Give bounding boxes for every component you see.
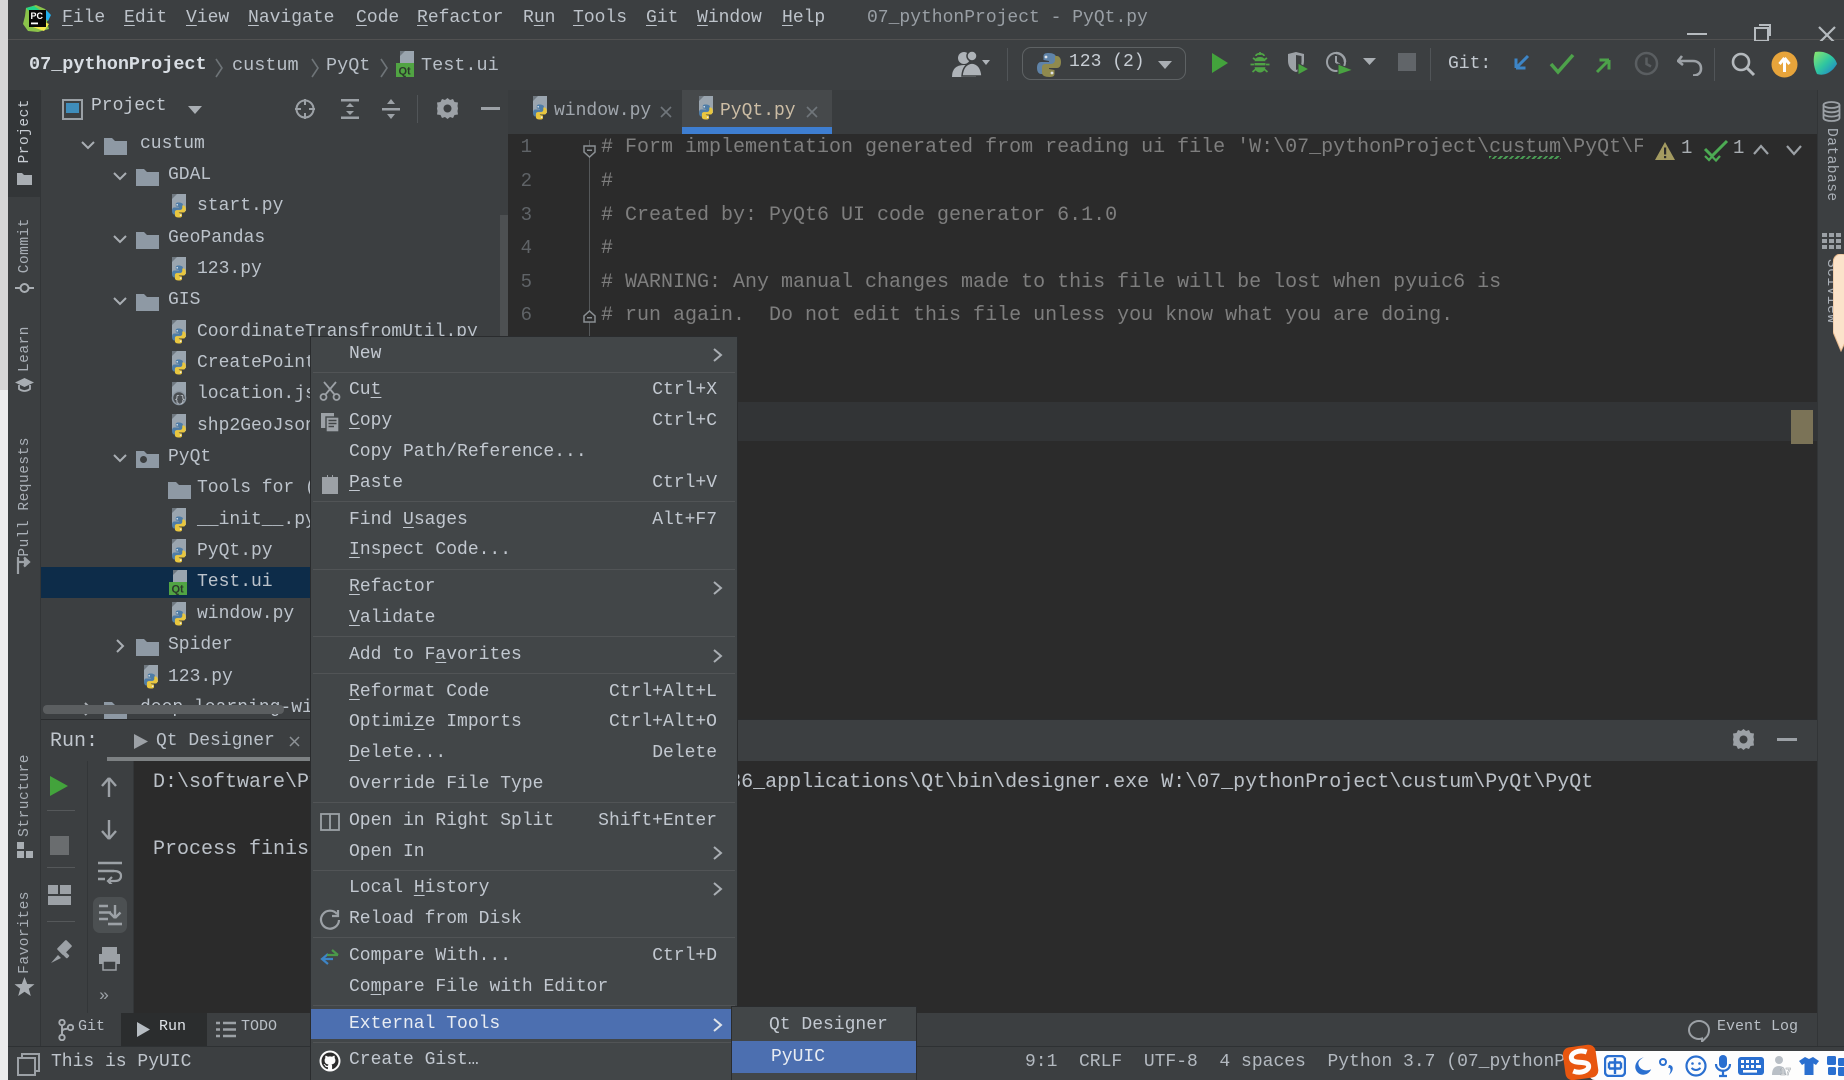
svg-text:Qt: Qt bbox=[399, 66, 412, 78]
svg-text:17: 17 bbox=[1780, 1067, 1792, 1077]
svg-text:PC: PC bbox=[31, 11, 44, 21]
